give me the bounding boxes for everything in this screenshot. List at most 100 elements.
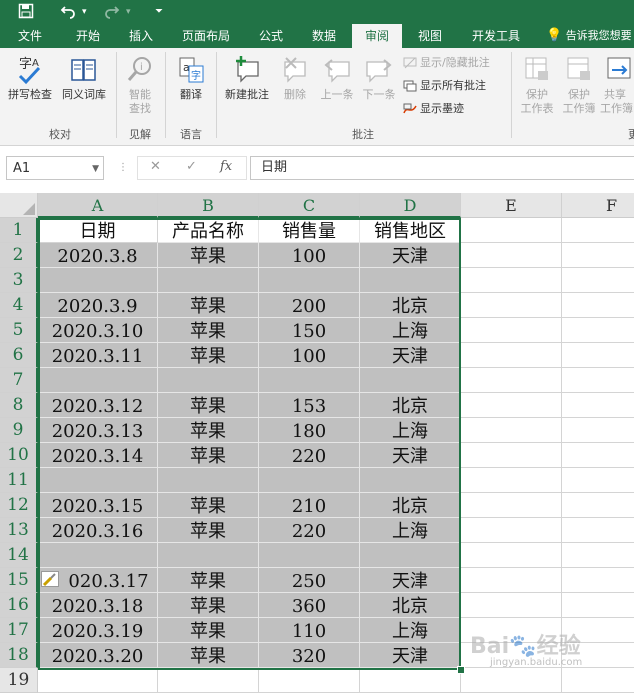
next-comment-button[interactable]: 下一条 (358, 54, 400, 102)
table-cell[interactable]: 2020.3.18 (38, 593, 158, 618)
table-cell[interactable] (562, 668, 634, 693)
row-header[interactable]: 18 (0, 643, 38, 668)
table-cell[interactable]: 150 (259, 318, 360, 343)
insert-function-button[interactable]: fx (220, 159, 232, 174)
table-cell[interactable]: 2020.3.11 (38, 343, 158, 368)
table-cell[interactable]: 天津 (360, 343, 461, 368)
show-all-comments-button[interactable]: 显示所有批注 (403, 77, 486, 95)
table-cell[interactable]: 销售地区 (360, 218, 461, 243)
table-cell[interactable] (562, 518, 634, 543)
table-cell[interactable]: 220 (259, 518, 360, 543)
table-cell[interactable] (562, 593, 634, 618)
table-cell[interactable]: 2020.3.16 (38, 518, 158, 543)
table-cell[interactable]: 320 (259, 643, 360, 668)
table-cell[interactable] (562, 443, 634, 468)
table-cell[interactable]: 220 (259, 443, 360, 468)
tab-formulas[interactable]: 公式 (248, 24, 294, 48)
row-header[interactable]: 17 (0, 618, 38, 643)
protect-sheet-button[interactable]: 保护 工作表 (516, 54, 558, 116)
show-ink-button[interactable]: 显示墨迹 (403, 100, 464, 118)
table-cell[interactable]: 天津 (360, 243, 461, 268)
table-cell[interactable]: 北京 (360, 493, 461, 518)
table-cell[interactable]: 苹果 (158, 618, 259, 643)
table-cell[interactable]: 产品名称 (158, 218, 259, 243)
table-cell[interactable] (158, 268, 259, 293)
row-header[interactable]: 11 (0, 468, 38, 493)
table-cell[interactable] (360, 468, 461, 493)
table-cell[interactable]: 360 (259, 593, 360, 618)
column-header-d[interactable]: D (360, 193, 461, 218)
row-header[interactable]: 12 (0, 493, 38, 518)
table-cell[interactable]: 苹果 (158, 593, 259, 618)
table-cell[interactable]: 北京 (360, 393, 461, 418)
column-header-c[interactable]: C (259, 193, 360, 218)
table-cell[interactable]: 180 (259, 418, 360, 443)
table-cell[interactable] (360, 368, 461, 393)
customize-icon[interactable]: ⏷ (155, 3, 163, 21)
table-cell[interactable] (38, 268, 158, 293)
tell-me-box[interactable]: 💡 告诉我您想要 (546, 24, 634, 48)
new-comment-button[interactable]: 新建批注 (220, 54, 274, 102)
table-cell[interactable]: 上海 (360, 318, 461, 343)
redo-dropdown-icon[interactable]: ▾ (126, 3, 131, 21)
table-cell[interactable] (38, 543, 158, 568)
select-all-button[interactable] (0, 193, 38, 218)
column-header-a[interactable]: A (38, 193, 158, 218)
table-cell[interactable] (259, 543, 360, 568)
row-header[interactable]: 10 (0, 443, 38, 468)
row-header[interactable]: 13 (0, 518, 38, 543)
table-cell[interactable]: 2020.3.14 (38, 443, 158, 468)
tab-data[interactable]: 数据 (300, 24, 348, 48)
row-header[interactable]: 9 (0, 418, 38, 443)
smart-lookup-button[interactable]: i 智能 查找 (119, 54, 161, 116)
table-cell[interactable]: 苹果 (158, 293, 259, 318)
table-cell[interactable] (562, 493, 634, 518)
table-cell[interactable]: 天津 (360, 443, 461, 468)
table-cell[interactable] (461, 318, 562, 343)
table-cell[interactable] (562, 468, 634, 493)
previous-comment-button[interactable]: 上一条 (316, 54, 358, 102)
tab-page-layout[interactable]: 页面布局 (170, 24, 242, 48)
row-header[interactable]: 8 (0, 393, 38, 418)
row-header[interactable]: 7 (0, 368, 38, 393)
table-cell[interactable]: 苹果 (158, 243, 259, 268)
column-header-f[interactable]: F (562, 193, 634, 218)
tab-developer[interactable]: 开发工具 (460, 24, 532, 48)
table-cell[interactable]: 2020.3.15 (38, 493, 158, 518)
fill-handle[interactable] (457, 666, 465, 674)
table-cell[interactable] (461, 468, 562, 493)
enter-icon[interactable]: ✓ (186, 159, 197, 174)
row-header[interactable]: 6 (0, 343, 38, 368)
table-cell[interactable] (38, 368, 158, 393)
table-cell[interactable]: 苹果 (158, 393, 259, 418)
table-cell[interactable] (461, 593, 562, 618)
undo-dropdown-icon[interactable]: ▾ (82, 3, 87, 21)
table-cell[interactable]: 2020.3.9 (38, 293, 158, 318)
table-cell[interactable] (360, 668, 461, 693)
translate-button[interactable]: a字 翻译 (170, 54, 212, 102)
formula-input[interactable]: 日期 (250, 156, 634, 180)
table-cell[interactable]: 苹果 (158, 418, 259, 443)
table-cell[interactable] (259, 468, 360, 493)
table-cell[interactable] (158, 468, 259, 493)
table-cell[interactable] (461, 218, 562, 243)
share-workbook-button[interactable]: 共享 工作簿 (600, 54, 634, 116)
row-header[interactable]: 5 (0, 318, 38, 343)
row-header[interactable]: 3 (0, 268, 38, 293)
table-cell[interactable] (461, 518, 562, 543)
table-cell[interactable]: 153 (259, 393, 360, 418)
table-cell[interactable] (562, 568, 634, 593)
tab-file[interactable]: 文件 (4, 24, 56, 48)
table-cell[interactable]: 苹果 (158, 443, 259, 468)
table-cell[interactable]: 200 (259, 293, 360, 318)
table-cell[interactable]: 上海 (360, 418, 461, 443)
table-cell[interactable] (461, 293, 562, 318)
table-cell[interactable] (461, 543, 562, 568)
table-cell[interactable]: 2020.3.8 (38, 243, 158, 268)
table-cell[interactable]: 2020.3.13 (38, 418, 158, 443)
undo-icon[interactable] (60, 3, 76, 23)
spelling-button[interactable]: 字A 拼写检查 (4, 54, 56, 102)
show-hide-comment-button[interactable]: 显示/隐藏批注 (403, 54, 490, 72)
redo-icon[interactable] (104, 3, 120, 23)
table-cell[interactable] (38, 668, 158, 693)
